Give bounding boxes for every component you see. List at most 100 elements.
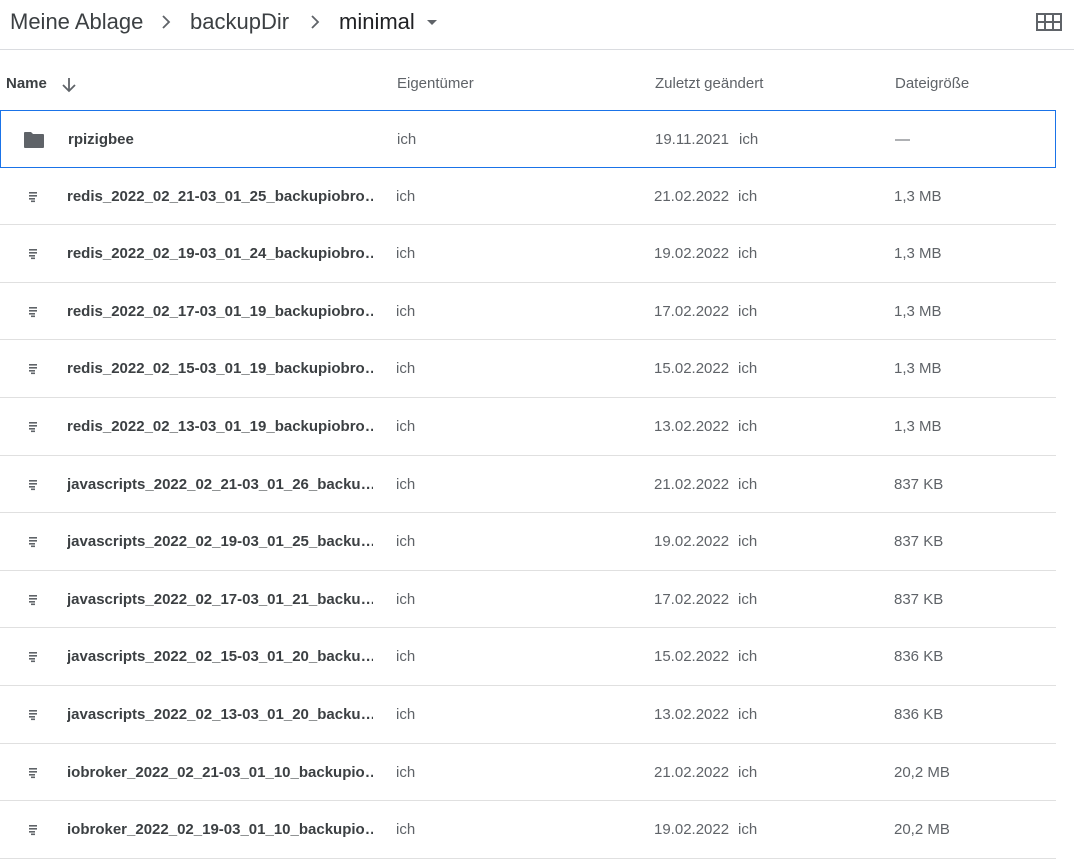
file-size: 1,3 MB <box>894 187 942 205</box>
file-modified-by: ich <box>738 187 758 205</box>
file-name: iobroker_2022_02_21-03_01_10_backupio… <box>67 763 373 781</box>
file-modified-by: ich <box>738 590 758 608</box>
text-file-icon <box>29 421 37 433</box>
file-modified-by: ich <box>739 131 759 148</box>
column-header-name[interactable]: Name <box>6 75 47 93</box>
file-name: rpizigbee <box>68 131 134 148</box>
file-owner: ich <box>396 821 416 839</box>
text-file-icon <box>29 191 37 202</box>
file-name: javascripts_2022_02_15-03_01_20_backu… <box>67 648 373 666</box>
file-owner: ich <box>396 763 416 781</box>
file-modified-by: ich <box>738 302 758 320</box>
file-row[interactable]: redis_2022_02_19-03_01_24_backupiobro… ic… <box>0 225 1056 283</box>
column-header-row: Name Eigentümer Zuletzt geändert Dateigr… <box>0 58 1074 110</box>
text-file-icon <box>29 825 37 836</box>
file-row[interactable]: redis_2022_02_17-03_01_19_backupiobro… ic… <box>0 283 1056 341</box>
file-modified-by: ich <box>738 417 758 435</box>
file-modified-date: 21.02.2022 <box>654 475 730 493</box>
file-modified-date: 19.02.2022 <box>654 533 730 551</box>
file-modified-by: ich <box>738 360 758 378</box>
file-owner: ich <box>396 187 416 205</box>
file-name: redis_2022_02_19-03_01_24_backupiobro… <box>67 245 373 263</box>
file-owner: ich <box>396 417 416 435</box>
file-row[interactable]: javascripts_2022_02_17-03_01_21_backu… ic… <box>0 571 1056 629</box>
folder-row[interactable]: rpizigbee ich 19.11.2021 ich — <box>0 110 1056 168</box>
file-row[interactable]: redis_2022_02_21-03_01_25_backupiobro… ic… <box>0 168 1056 226</box>
file-size: — <box>895 131 910 148</box>
file-size: 20,2 MB <box>894 821 950 839</box>
text-file-icon <box>29 537 37 548</box>
file-row[interactable]: redis_2022_02_13-03_01_19_backupiobro… ic… <box>0 398 1056 456</box>
file-modified-by: ich <box>738 648 758 666</box>
file-owner: ich <box>396 533 416 551</box>
file-modified-by: ich <box>738 245 758 263</box>
file-list: rpizigbee ich 19.11.2021 ich — redis_2022_02_… <box>0 110 1074 859</box>
file-row[interactable]: javascripts_2022_02_19-03_01_25_backu… ic… <box>0 513 1056 571</box>
file-modified-date: 21.02.2022 <box>654 187 730 205</box>
file-modified-by: ich <box>738 763 758 781</box>
file-modified-date: 13.02.2022 <box>654 705 730 723</box>
file-name: redis_2022_02_15-03_01_19_backupiobro… <box>67 360 373 378</box>
file-size: 837 KB <box>894 475 944 493</box>
text-file-icon <box>29 652 37 663</box>
arrow-down-icon[interactable] <box>59 75 79 95</box>
file-modified-by: ich <box>738 821 758 839</box>
file-modified-date: 21.02.2022 <box>654 763 730 781</box>
breadcrumb-item-meine-ablage[interactable]: Meine Ablage <box>10 8 143 36</box>
breadcrumb-item-backupdir[interactable]: backupDir <box>190 8 289 36</box>
text-file-icon <box>29 364 37 375</box>
file-row[interactable]: iobroker_2022_02_21-03_01_10_backupio… ic… <box>0 744 1056 802</box>
caret-down-icon[interactable] <box>422 12 442 32</box>
file-name: redis_2022_02_13-03_01_19_backupiobro… <box>67 417 373 435</box>
file-size: 836 KB <box>894 705 944 723</box>
column-header-owner[interactable]: Eigentümer <box>397 75 474 93</box>
file-modified-date: 19.11.2021 <box>655 131 729 148</box>
file-modified-date: 13.02.2022 <box>654 417 730 435</box>
file-owner: ich <box>396 648 416 666</box>
file-modified-date: 19.02.2022 <box>654 821 730 839</box>
file-modified-date: 15.02.2022 <box>654 360 730 378</box>
file-modified-date: 17.02.2022 <box>654 590 730 608</box>
file-owner: ich <box>396 302 416 320</box>
file-row[interactable]: javascripts_2022_02_21-03_01_26_backu… ic… <box>0 456 1056 514</box>
text-file-icon <box>29 479 37 490</box>
breadcrumb-item-minimal[interactable]: minimal <box>339 8 415 36</box>
text-file-icon <box>29 594 37 605</box>
file-size: 1,3 MB <box>894 417 942 435</box>
file-modified-by: ich <box>738 705 758 723</box>
column-header-modified[interactable]: Zuletzt geändert <box>655 75 763 93</box>
file-size: 836 KB <box>894 648 944 666</box>
chevron-right-icon <box>311 15 320 29</box>
file-size: 1,3 MB <box>894 302 942 320</box>
file-name: redis_2022_02_21-03_01_25_backupiobro… <box>67 187 373 205</box>
file-owner: ich <box>396 360 416 378</box>
file-owner: ich <box>397 131 417 148</box>
file-name: javascripts_2022_02_13-03_01_20_backu… <box>67 705 373 723</box>
file-name: javascripts_2022_02_19-03_01_25_backu… <box>67 533 373 551</box>
file-modified-date: 19.02.2022 <box>654 245 730 263</box>
column-header-size[interactable]: Dateigröße <box>895 75 969 93</box>
text-file-icon <box>29 709 37 721</box>
breadcrumb: Meine Ablage backupDir minimal <box>0 0 1074 50</box>
file-modified-date: 15.02.2022 <box>654 648 730 666</box>
chevron-right-icon <box>162 15 171 29</box>
file-name: javascripts_2022_02_21-03_01_26_backu… <box>67 475 373 493</box>
grid-view-icon[interactable] <box>1033 8 1065 36</box>
file-name: javascripts_2022_02_17-03_01_21_backu… <box>67 590 373 608</box>
file-row[interactable]: iobroker_2022_02_19-03_01_10_backupio… ic… <box>0 801 1056 859</box>
file-name: iobroker_2022_02_19-03_01_10_backupio… <box>67 821 373 839</box>
text-file-icon <box>29 767 37 778</box>
file-size: 837 KB <box>894 590 944 608</box>
file-size: 837 KB <box>894 533 944 551</box>
text-file-icon <box>29 306 37 317</box>
file-row[interactable]: javascripts_2022_02_13-03_01_20_backu… ic… <box>0 686 1056 744</box>
file-size: 1,3 MB <box>894 360 942 378</box>
file-row[interactable]: javascripts_2022_02_15-03_01_20_backu… ic… <box>0 628 1056 686</box>
file-owner: ich <box>396 245 416 263</box>
file-modified-by: ich <box>738 475 758 493</box>
file-name: redis_2022_02_17-03_01_19_backupiobro… <box>67 302 373 320</box>
file-owner: ich <box>396 475 416 493</box>
file-row[interactable]: redis_2022_02_15-03_01_19_backupiobro… ic… <box>0 340 1056 398</box>
file-owner: ich <box>396 590 416 608</box>
file-owner: ich <box>396 705 416 723</box>
